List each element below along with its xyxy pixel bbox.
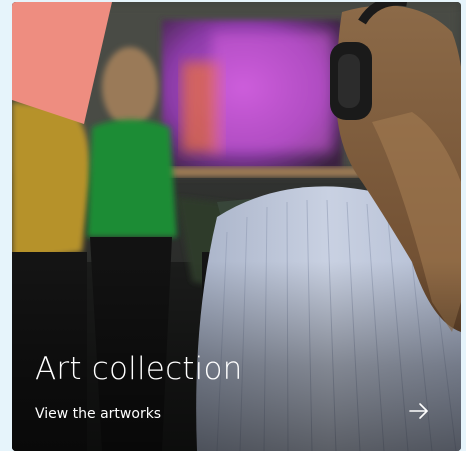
arrow-right-icon[interactable]: [408, 401, 430, 421]
card-title: Art collection: [35, 351, 243, 387]
view-artworks-link[interactable]: View the artworks: [35, 406, 161, 422]
accent-corner-shape: [12, 2, 112, 124]
art-collection-card[interactable]: Art collection View the artworks: [12, 2, 461, 451]
